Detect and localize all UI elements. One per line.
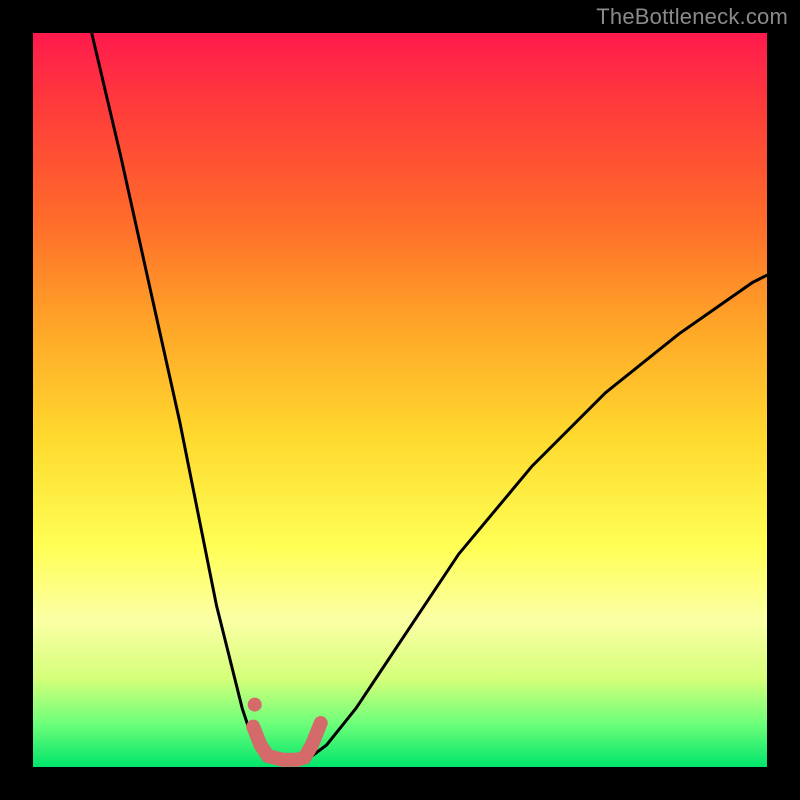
chart-svg: [33, 33, 767, 767]
chart-frame: TheBottleneck.com: [0, 0, 800, 800]
watermark-text: TheBottleneck.com: [596, 4, 788, 30]
bottom-accent-curve: [253, 723, 321, 760]
left-curve: [92, 33, 265, 758]
right-curve: [312, 275, 767, 756]
marker-dot: [248, 698, 262, 712]
